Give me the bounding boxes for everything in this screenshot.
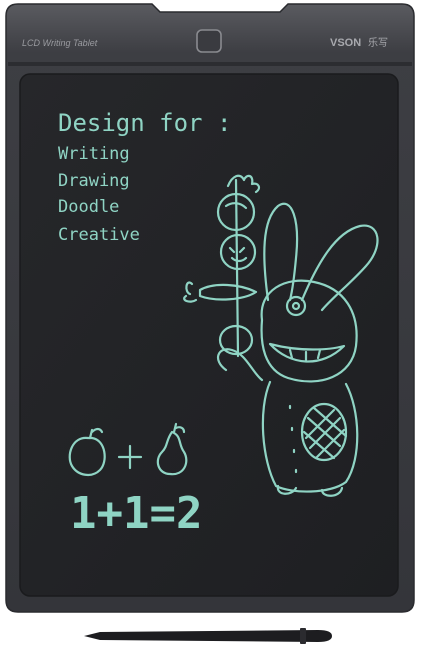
stylus-pen[interactable]	[84, 628, 332, 644]
screen-item-creative: Creative	[58, 225, 140, 245]
screen-heading: Design for :	[58, 109, 231, 137]
screen-item-writing: Writing	[58, 144, 130, 164]
lcd-tablet-photo: LCD Writing Tablet VSON 乐写 Design for : …	[5, 3, 415, 644]
brand-cjk: 乐写	[368, 37, 388, 49]
screen-item-drawing: Drawing	[58, 171, 130, 191]
screen-equation: 1+1=2	[70, 488, 202, 539]
brand-logo: VSON	[330, 37, 361, 49]
device-label-left: LCD Writing Tablet	[22, 38, 98, 48]
screen-item-doodle: Doodle	[58, 197, 119, 217]
erase-button[interactable]	[196, 29, 222, 53]
